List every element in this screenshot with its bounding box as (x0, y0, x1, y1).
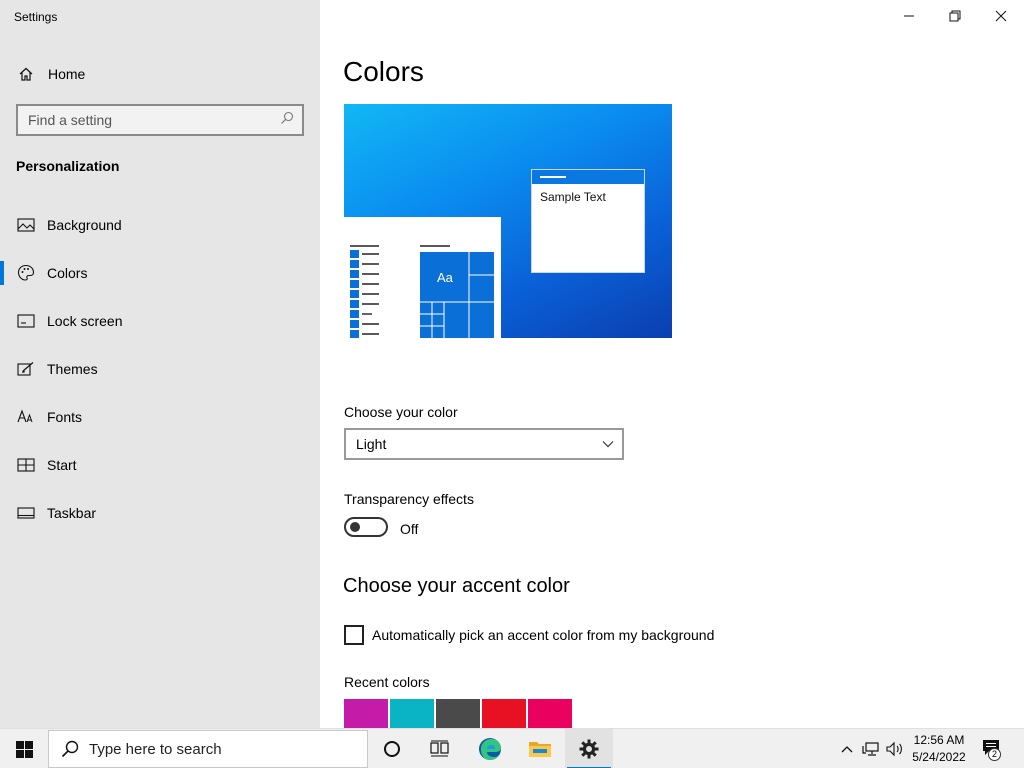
font-icon (16, 407, 36, 427)
restore-icon (949, 10, 961, 22)
choose-color-label: Choose your color (344, 404, 458, 420)
chevron-down-icon (602, 441, 614, 448)
sidebar-item-label: Start (47, 457, 77, 473)
sidebar-item-themes[interactable]: Themes (0, 345, 320, 393)
transparency-toggle[interactable] (344, 517, 388, 537)
image-icon (16, 215, 36, 235)
settings-search-box[interactable] (16, 104, 304, 136)
notification-count-badge: 2 (988, 748, 1001, 761)
preview-start-menu: Aa (344, 217, 501, 338)
lock-screen-icon (16, 311, 36, 331)
sidebar-item-label: Lock screen (47, 313, 123, 329)
taskbar-search-box[interactable] (48, 730, 368, 768)
preview-sample-text: Sample Text (540, 190, 606, 204)
search-icon[interactable] (280, 111, 294, 130)
volume-icon (886, 741, 902, 757)
windows-logo-icon (15, 740, 33, 758)
chevron-up-icon (841, 746, 853, 753)
sidebar-item-label: Themes (47, 361, 98, 377)
recent-colors-row (344, 699, 572, 728)
show-hidden-icons-button[interactable] (838, 729, 856, 768)
network-button[interactable] (860, 729, 882, 768)
sidebar-item-label: Colors (47, 265, 88, 281)
transparency-state: Off (400, 521, 419, 537)
page-title: Colors (343, 56, 424, 87)
home-nav-item[interactable]: Home (0, 58, 320, 90)
taskbar-search-input[interactable] (89, 740, 349, 758)
recent-colors-label: Recent colors (344, 674, 430, 690)
restore-button[interactable] (932, 0, 978, 32)
preview-window: Sample Text (531, 169, 645, 273)
sidebar-item-taskbar[interactable]: Taskbar (0, 489, 320, 537)
recent-color-swatch[interactable] (344, 699, 388, 728)
close-icon (995, 10, 1007, 22)
auto-accent-label[interactable]: Automatically pick an accent color from … (372, 627, 714, 643)
sidebar-item-start[interactable]: Start (0, 441, 320, 489)
recent-color-swatch[interactable] (436, 699, 480, 728)
sidebar-item-background[interactable]: Background (0, 201, 320, 249)
app-title: Settings (14, 10, 58, 24)
file-explorer-icon (529, 742, 551, 757)
personalization-nav: Background Colors Lock screen Themes Fon… (0, 201, 320, 537)
edge-button[interactable] (466, 729, 514, 768)
edge-icon (479, 738, 501, 760)
palette-icon (16, 263, 36, 283)
recent-color-swatch[interactable] (390, 699, 434, 728)
sidebar-item-fonts[interactable]: Fonts (0, 393, 320, 441)
task-view-button[interactable] (416, 729, 464, 768)
settings-icon (579, 739, 599, 759)
cortana-icon (384, 741, 400, 757)
taskbar-clock[interactable]: 12:56 AM 5/24/2022 (906, 732, 972, 766)
minimize-button[interactable] (886, 0, 932, 32)
brush-icon (16, 359, 36, 379)
choose-color-value: Light (356, 436, 387, 452)
sidebar-item-label: Background (47, 217, 122, 233)
close-button[interactable] (978, 0, 1024, 32)
preview-tile-text: Aa (437, 270, 453, 285)
action-center-button[interactable]: 2 (978, 729, 1006, 768)
home-label: Home (48, 66, 86, 82)
start-button[interactable] (0, 729, 48, 768)
sidebar-item-label: Fonts (47, 409, 83, 425)
taskbar: 12:56 AM 5/24/2022 2 (0, 728, 1024, 768)
search-icon (61, 740, 79, 758)
settings-taskbar-button[interactable] (565, 729, 613, 768)
sidebar-item-lock-screen[interactable]: Lock screen (0, 297, 320, 345)
network-icon (862, 742, 879, 756)
accent-heading: Choose your accent color (343, 575, 570, 597)
transparency-label: Transparency effects (344, 491, 474, 507)
start-layout-icon (16, 455, 36, 475)
volume-button[interactable] (884, 729, 906, 768)
color-preview: Aa Sample Text (344, 104, 672, 338)
clock-date: 5/24/2022 (912, 750, 966, 764)
clock-time: 12:56 AM (913, 733, 965, 747)
auto-accent-checkbox[interactable] (344, 625, 364, 645)
sidebar-item-label: Taskbar (47, 505, 97, 521)
cortana-button[interactable] (368, 729, 416, 768)
preview-window-titlebar (532, 170, 644, 184)
sidebar: Settings Home Personalization Background… (0, 0, 320, 728)
home-icon (16, 64, 36, 84)
recent-color-swatch[interactable] (528, 699, 572, 728)
minimize-icon (904, 15, 914, 17)
file-explorer-button[interactable] (516, 729, 564, 768)
settings-search-input[interactable] (28, 112, 280, 128)
task-view-icon (430, 740, 449, 757)
choose-color-dropdown[interactable]: Light (344, 428, 624, 460)
section-title: Personalization (16, 158, 120, 174)
sidebar-item-colors[interactable]: Colors (0, 249, 320, 297)
recent-color-swatch[interactable] (482, 699, 526, 728)
taskbar-icon (16, 503, 36, 523)
